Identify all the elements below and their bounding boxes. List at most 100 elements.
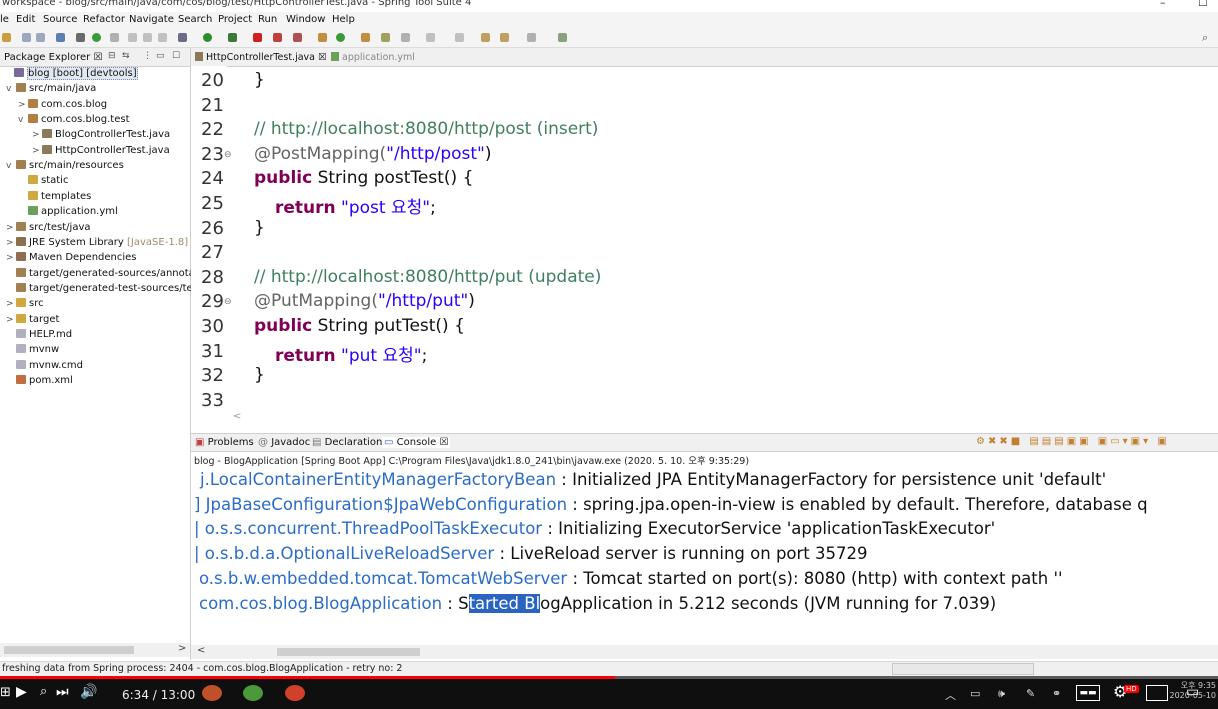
code-line[interactable]: // http://localhost:8080/http/put (updat… [254, 267, 601, 287]
tree-item[interactable]: > HttpControllerTest.java [32, 144, 170, 160]
tree-item[interactable]: > com.cos.blog [18, 98, 107, 114]
scroll-right-arrow[interactable]: > [178, 643, 186, 654]
stop-icon[interactable] [253, 33, 262, 42]
code-line[interactable]: @PostMapping("/http/post") [254, 144, 492, 164]
tree-item[interactable]: templates [18, 190, 91, 206]
volume-icon[interactable]: 🔊 [80, 684, 97, 700]
run-icon[interactable] [203, 33, 212, 42]
tree-item[interactable]: > src [6, 298, 44, 313]
subtitles-icon[interactable]: ▬▬ [1076, 685, 1100, 701]
tree-item[interactable]: mvnw.cmd [6, 359, 83, 375]
code-editor[interactable]: HttpControllerTest.java ☒ application.ym… [191, 48, 1218, 433]
tray-network-icon[interactable]: ▭ [970, 687, 980, 700]
package-explorer-scrollbar[interactable]: > [0, 643, 190, 657]
tree-item[interactable]: > target [6, 313, 59, 329]
console-log-line[interactable]: j.LocalContainerEntityManagerFactoryBean… [200, 470, 1106, 489]
tree-item[interactable]: target/generated-test-sources/test [6, 282, 202, 298]
spring-tool-suite-icon[interactable] [243, 685, 263, 701]
minimize-view-icon[interactable]: ▭ [156, 51, 165, 61]
play-icon[interactable]: ▶ [16, 684, 27, 700]
view-menu-icon[interactable]: ⋮ [143, 51, 152, 61]
search-tool-icon[interactable] [381, 33, 390, 42]
forward-icon[interactable] [500, 33, 509, 42]
tab-httpcontrollertest[interactable]: HttpControllerTest.java ☒ [195, 52, 327, 63]
terminal-icon[interactable] [56, 33, 65, 42]
taskbar-app-icon[interactable] [202, 685, 222, 701]
tab-javadoc[interactable]: @ Javadoc [258, 437, 310, 448]
scroll-left-arrow[interactable]: < [197, 645, 205, 656]
next-icon[interactable]: ⏭ [56, 684, 69, 700]
tab-console[interactable]: ▭ Console ☒ [382, 437, 451, 448]
console-toolbar-icons[interactable]: ⚙✖✖■ ▤▤▤▣▣ ▣▭▾▣▾ ▣ [976, 436, 1170, 447]
maximize-view-icon[interactable]: ☐ [172, 51, 180, 61]
menu-file[interactable]: le [0, 14, 9, 25]
console-scrollbar[interactable]: < [191, 645, 1218, 659]
tree-item[interactable]: > JRE System Library [JavaSE-1.8] [6, 236, 188, 252]
annotation-icon[interactable] [401, 33, 410, 42]
perspective-icon[interactable] [558, 33, 567, 42]
tree-twisty-icon[interactable]: > [6, 299, 16, 309]
code-line[interactable]: // http://localhost:8080/http/post (inse… [254, 119, 598, 139]
tray-link-icon[interactable]: ⚭ [1052, 687, 1061, 700]
tree-item[interactable]: mvnw [6, 344, 59, 359]
tree-twisty-icon[interactable]: > [18, 100, 28, 110]
code-line[interactable]: } [254, 218, 265, 238]
tab-application-yml[interactable]: application.yml [331, 52, 415, 63]
console-log-line[interactable]: com.cos.blog.BlogApplication : Started B… [199, 593, 996, 613]
menu-source[interactable]: Source [43, 14, 77, 25]
open-type-icon[interactable] [361, 33, 370, 42]
code-line[interactable]: } [254, 365, 265, 385]
tree-twisty-icon[interactable]: > [32, 130, 42, 140]
run-history-icon[interactable] [228, 33, 237, 42]
tree-twisty-icon[interactable]: > [6, 238, 16, 248]
history-icon[interactable] [527, 33, 536, 42]
package-explorer-tab[interactable]: Package Explorer ☒ ⊟ ⇆ ⋮ ▭ ☐ [0, 48, 190, 67]
format-icon[interactable] [143, 33, 152, 42]
back-icon[interactable] [481, 33, 490, 42]
tree-item[interactable]: v com.cos.blog.test [18, 114, 130, 129]
editor-scrollbar[interactable]: < [227, 411, 1218, 425]
menu-help[interactable]: Help [332, 14, 355, 25]
menu-refactor[interactable]: Refactor [83, 14, 125, 25]
taskbar-app-icon[interactable] [285, 685, 305, 701]
search-icon[interactable]: ⌕ [40, 684, 47, 699]
relaunch-icon[interactable] [273, 33, 282, 42]
minimize-button[interactable]: – [1160, 0, 1166, 9]
menu-search[interactable]: Search [178, 14, 212, 25]
code-line[interactable]: return "post 요청"; [275, 193, 436, 218]
scrollbar-thumb[interactable] [277, 648, 420, 656]
external-tools-icon[interactable] [293, 33, 302, 42]
code-line[interactable]: } [254, 70, 265, 90]
tree-item[interactable]: HELP.md [6, 328, 72, 344]
miniplayer-icon[interactable] [1146, 685, 1168, 701]
skip-breakpoints-icon[interactable] [76, 33, 85, 42]
next-annotation-icon[interactable] [426, 33, 435, 42]
windows-start-icon[interactable]: ⊞ [0, 685, 11, 700]
tree-item[interactable]: static [18, 175, 68, 190]
tree-twisty-icon[interactable]: v [6, 84, 16, 94]
scrollbar-thumb[interactable] [4, 646, 134, 654]
boot-dashboard-icon[interactable] [92, 33, 101, 42]
console-log-line[interactable]: | o.s.b.d.a.OptionalLiveReloadServer : L… [194, 544, 868, 563]
save-all-icon[interactable] [36, 33, 45, 42]
search-icon[interactable]: ⌕ [1202, 31, 1208, 45]
save-icon[interactable] [22, 33, 31, 42]
menu-navigate[interactable]: Navigate [129, 14, 174, 25]
console-log-line[interactable]: | o.s.s.concurrent.ThreadPoolTaskExecuto… [194, 519, 995, 538]
tree-twisty-icon[interactable]: > [32, 146, 42, 156]
maximize-button[interactable]: ☐ [1198, 0, 1208, 9]
tree-item[interactable]: application.yml [18, 206, 118, 221]
tree-twisty-icon[interactable]: > [6, 253, 16, 263]
video-progress-bar[interactable] [0, 676, 1218, 679]
code-line[interactable]: return "put 요청"; [275, 341, 427, 366]
prev-annotation-icon[interactable] [455, 33, 464, 42]
code-line[interactable]: public String postTest() { [254, 168, 473, 188]
tree-twisty-icon[interactable]: > [6, 223, 16, 233]
tray-pen-icon[interactable]: ✎ [1026, 687, 1035, 700]
tree-twisty-icon[interactable]: v [18, 115, 28, 125]
menu-run[interactable]: Run [258, 14, 277, 25]
tree-item[interactable]: target/generated-sources/annotati [6, 267, 202, 283]
code-line[interactable]: @PutMapping("/http/put") [254, 291, 475, 311]
menu-project[interactable]: Project [218, 14, 252, 25]
code-line[interactable]: public String putTest() { [254, 316, 465, 336]
